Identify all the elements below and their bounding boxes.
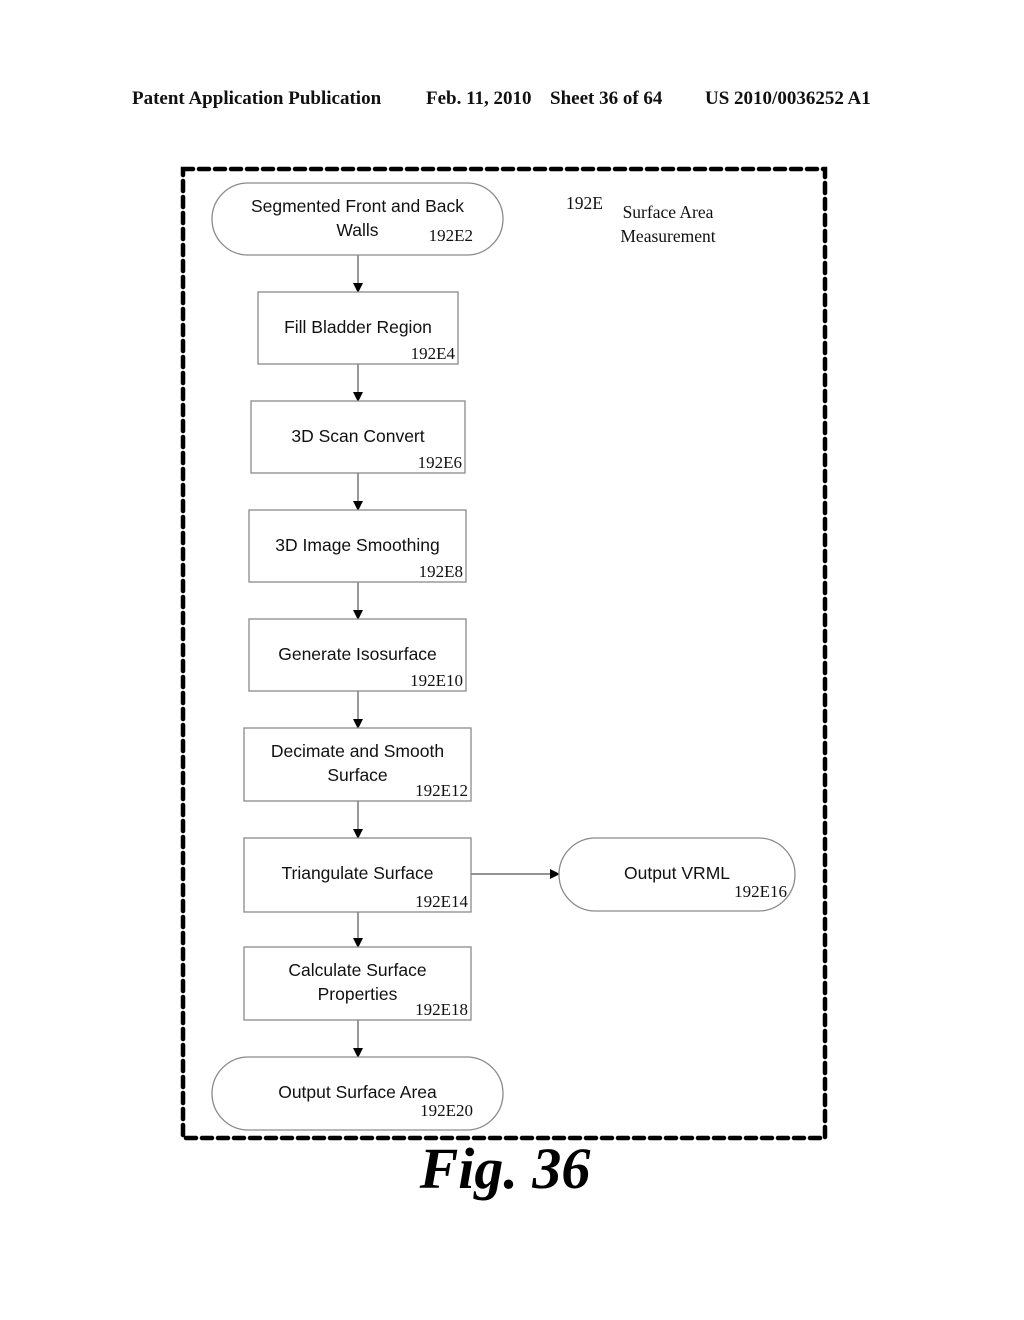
node-label-line2: Surface bbox=[327, 765, 387, 785]
node-ref-number: 192E16 bbox=[734, 882, 787, 901]
node-label: Output Surface Area bbox=[278, 1082, 437, 1102]
nodes-layer: Segmented Front and Back Walls 192E2 Fill B… bbox=[211, 182, 796, 1131]
node-ref-number: 192E8 bbox=[419, 562, 463, 581]
node-label: Calculate Surface bbox=[288, 960, 426, 980]
flowchart: 192E Surface Area Measurement Segmented … bbox=[180, 166, 828, 1141]
flow-node-192e14: Triangulate Surface 192E14 bbox=[243, 837, 472, 913]
figure-caption: Fig. 36 bbox=[419, 1136, 591, 1201]
node-label: Generate Isosurface bbox=[278, 644, 437, 664]
node-label: 3D Scan Convert bbox=[291, 426, 424, 446]
node-ref-number: 192E20 bbox=[420, 1101, 473, 1120]
node-ref-number: 192E4 bbox=[411, 344, 456, 363]
node-ref-number: 192E18 bbox=[415, 1000, 468, 1019]
flow-node-192e8: 3D Image Smoothing 192E8 bbox=[248, 509, 467, 583]
node-label: Segmented Front and Back bbox=[251, 196, 464, 216]
node-label: Decimate and Smooth bbox=[271, 741, 444, 761]
node-ref-number: 192E12 bbox=[415, 781, 468, 800]
flow-node-192e18: Calculate Surface Properties 192E18 bbox=[243, 946, 472, 1021]
group-title-line1: Surface Area bbox=[623, 202, 714, 222]
flow-node-192e16: Output VRML192E16 bbox=[558, 837, 796, 912]
flow-node-192e10: Generate Isosurface 192E10 bbox=[248, 618, 467, 692]
flow-node-192e12: Decimate and Smooth Surface 192E12 bbox=[243, 727, 472, 802]
node-label: Triangulate Surface bbox=[281, 863, 433, 883]
flow-node-192e4: Fill Bladder Region 192E4 bbox=[257, 291, 459, 365]
node-label-line2: Properties bbox=[318, 984, 398, 1004]
flow-node-192e6: 3D Scan Convert 192E6 bbox=[250, 400, 466, 474]
node-label-line2: Walls bbox=[336, 220, 378, 240]
flow-node-192e20: Output Surface Area192E20 bbox=[211, 1056, 504, 1131]
node-label: Fill Bladder Region bbox=[284, 317, 432, 337]
group-ref-label: 192E bbox=[566, 193, 603, 213]
node-label: Output VRML bbox=[624, 863, 730, 883]
node-ref-number: 192E2 bbox=[429, 226, 473, 245]
flow-node-192e2: Segmented Front and Back Walls 192E2 bbox=[211, 182, 504, 256]
node-ref-number: 192E14 bbox=[415, 892, 468, 911]
node-label: 3D Image Smoothing bbox=[275, 535, 439, 555]
node-ref-number: 192E10 bbox=[410, 671, 463, 690]
node-ref-number: 192E6 bbox=[418, 453, 462, 472]
group-title-line2: Measurement bbox=[620, 226, 715, 246]
